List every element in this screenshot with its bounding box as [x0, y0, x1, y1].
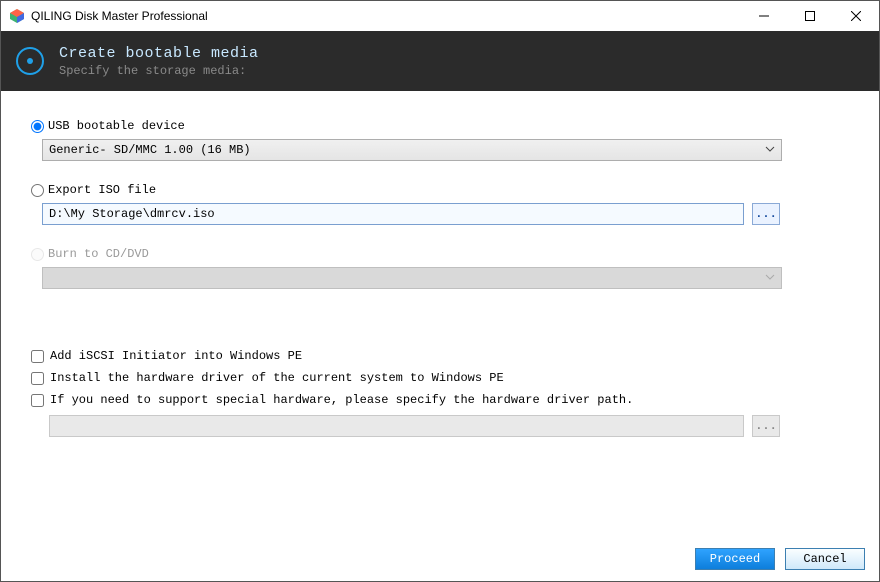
driver-path-input: [49, 415, 744, 437]
usb-device-value: Generic- SD/MMC 1.00 (16 MB): [49, 143, 251, 157]
iso-browse-button[interactable]: ...: [752, 203, 780, 225]
disc-icon: [15, 46, 45, 76]
window-title: QILING Disk Master Professional: [31, 9, 208, 23]
driver-path-browse-button: ...: [752, 415, 780, 437]
main-content: USB bootable device Generic- SD/MMC 1.00…: [1, 91, 879, 537]
close-button[interactable]: [833, 1, 879, 31]
cancel-button[interactable]: Cancel: [785, 548, 865, 570]
chevron-down-icon: [765, 144, 775, 158]
app-window: QILING Disk Master Professional Create b…: [0, 0, 880, 582]
page-heading: Create bootable media: [59, 45, 259, 62]
iso-path-input[interactable]: [42, 203, 744, 225]
checkbox-hardware-path[interactable]: [31, 394, 44, 407]
proceed-button[interactable]: Proceed: [695, 548, 775, 570]
option-usb[interactable]: USB bootable device: [31, 119, 849, 133]
radio-usb[interactable]: [31, 120, 44, 133]
checkbox-driver[interactable]: [31, 372, 44, 385]
page-banner: Create bootable media Specify the storag…: [1, 31, 879, 91]
check-iscsi-label: Add iSCSI Initiator into Windows PE: [50, 349, 302, 363]
usb-device-select[interactable]: Generic- SD/MMC 1.00 (16 MB): [42, 139, 782, 161]
footer: Proceed Cancel: [1, 537, 879, 581]
checkbox-iscsi[interactable]: [31, 350, 44, 363]
cd-device-select: [42, 267, 782, 289]
check-driver[interactable]: Install the hardware driver of the curre…: [31, 371, 849, 385]
page-subheading: Specify the storage media:: [59, 64, 259, 78]
titlebar: QILING Disk Master Professional: [1, 1, 879, 31]
app-logo-icon: [9, 8, 25, 24]
chevron-down-icon: [765, 272, 775, 286]
option-cd: Burn to CD/DVD: [31, 247, 849, 261]
option-iso-label: Export ISO file: [48, 183, 156, 197]
option-iso[interactable]: Export ISO file: [31, 183, 849, 197]
check-hardware-path-label: If you need to support special hardware,…: [50, 393, 633, 407]
check-driver-label: Install the hardware driver of the curre…: [50, 371, 504, 385]
option-usb-label: USB bootable device: [48, 119, 185, 133]
radio-cd: [31, 248, 44, 261]
maximize-button[interactable]: [787, 1, 833, 31]
check-iscsi[interactable]: Add iSCSI Initiator into Windows PE: [31, 349, 849, 363]
option-cd-label: Burn to CD/DVD: [48, 247, 149, 261]
radio-iso[interactable]: [31, 184, 44, 197]
check-hardware-path[interactable]: If you need to support special hardware,…: [31, 393, 849, 407]
minimize-button[interactable]: [741, 1, 787, 31]
